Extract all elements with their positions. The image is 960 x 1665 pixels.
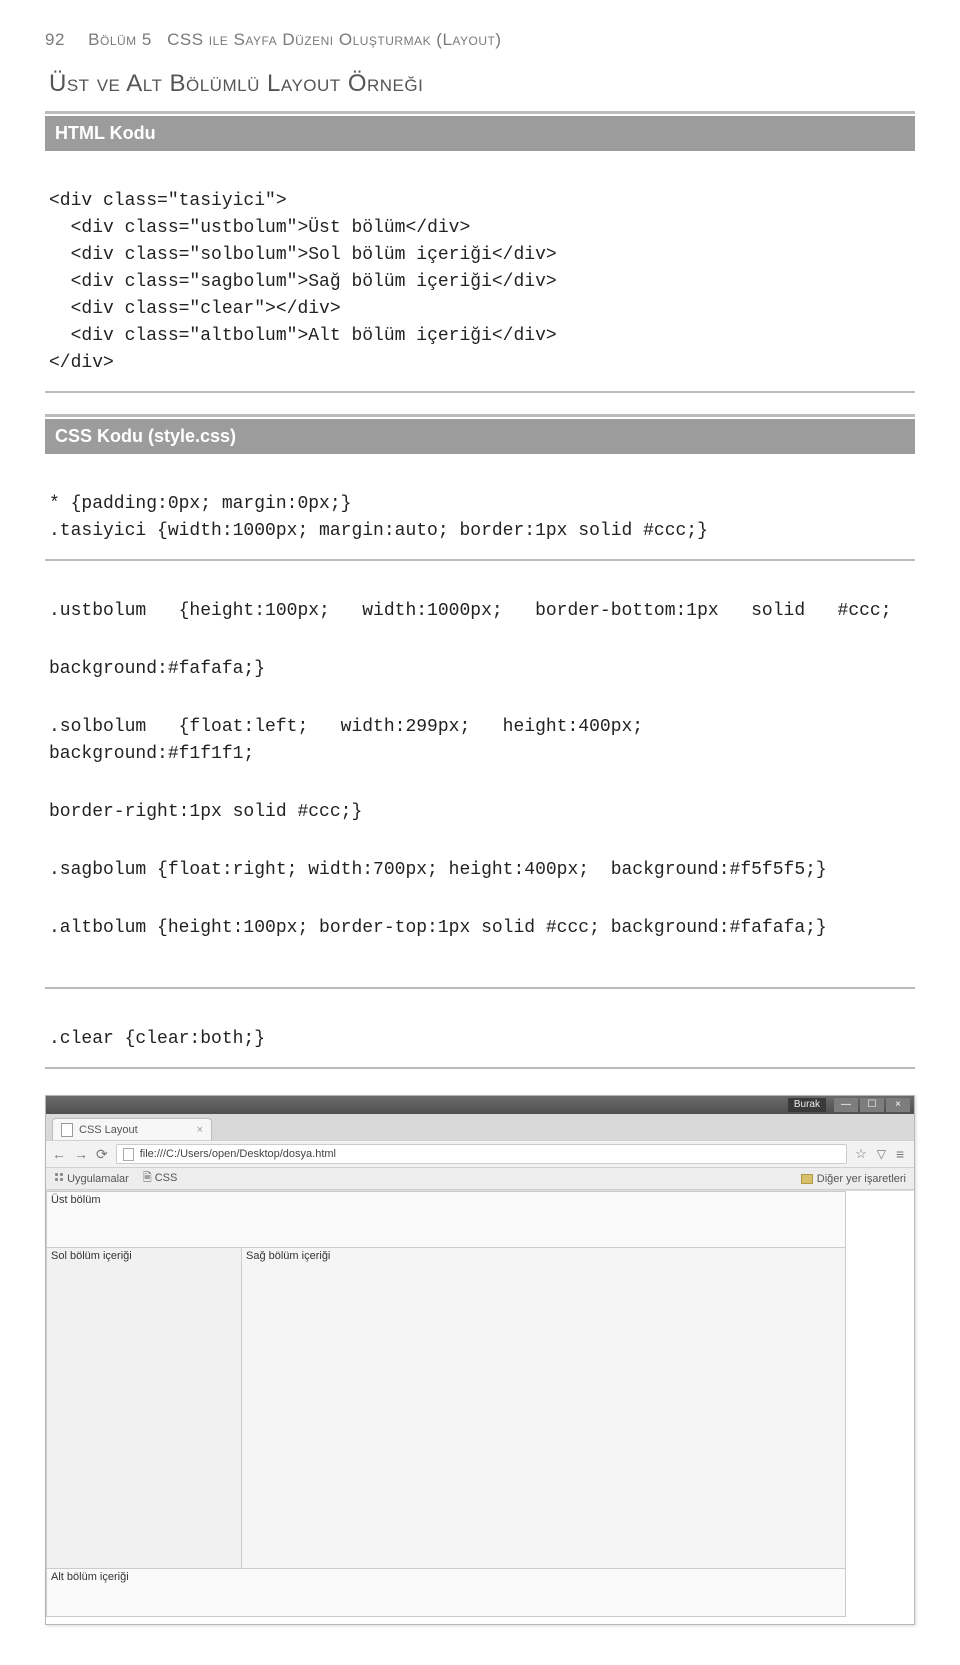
code-line: * {padding:0px; margin:0px;} <box>49 494 351 514</box>
css-code-block-3: .clear {clear:both;} <box>45 989 915 1069</box>
css-code-block-1: * {padding:0px; margin:0px;} .tasiyici {… <box>45 454 915 561</box>
layout-demo: Üst bölüm Sol bölüm içeriği Sağ bölüm iç… <box>46 1191 846 1617</box>
code-line: <div class="tasiyici"> <box>49 191 287 211</box>
page-number: 92 <box>45 30 65 49</box>
nav-forward-icon[interactable]: → <box>74 1146 88 1162</box>
code-line: <div class="sagbolum">Sağ bölüm içeriği<… <box>49 272 557 292</box>
window-close-button[interactable]: × <box>886 1098 910 1112</box>
css-code-heading: CSS Kodu (style.css) <box>45 419 915 454</box>
browser-viewport: Üst bölüm Sol bölüm içeriği Sağ bölüm iç… <box>46 1190 914 1624</box>
nav-reload-icon[interactable]: ⟳ <box>96 1146 108 1163</box>
chapter-title: CSS ile Sayfa Düzeni Oluşturmak (Layout) <box>167 30 501 49</box>
nav-back-icon[interactable]: ← <box>52 1146 66 1162</box>
demo-sagbolum: Sağ bölüm içeriği <box>242 1248 845 1568</box>
window-minimize-button[interactable]: — <box>834 1098 858 1112</box>
tab-close-icon[interactable]: × <box>197 1124 203 1136</box>
window-titlebar: Burak — ☐ × <box>46 1096 914 1114</box>
demo-ustbolum: Üst bölüm <box>47 1192 845 1248</box>
running-header: 92 Bölüm 5 CSS ile Sayfa Düzeni Oluşturm… <box>45 30 915 50</box>
tab-strip: CSS Layout × <box>46 1114 914 1140</box>
url-input[interactable]: file:///C:/Users/open/Desktop/dosya.html <box>116 1144 847 1164</box>
page-icon <box>61 1123 73 1137</box>
section-title: Üst ve Alt Bölümlü Layout Örneği <box>45 70 915 98</box>
code-line: .tasiyici {width:1000px; margin:auto; bo… <box>49 521 708 541</box>
code-line: </div> <box>49 353 114 373</box>
demo-altbolum: Alt bölüm içeriği <box>47 1568 845 1616</box>
demo-solbolum: Sol bölüm içeriği <box>47 1248 242 1568</box>
toolbar-right-icons <box>855 1146 908 1162</box>
folder-icon <box>801 1174 813 1184</box>
html-code-block: <div class="tasiyici"> <div class="ustbo… <box>45 151 915 393</box>
tab-title: CSS Layout <box>79 1124 138 1136</box>
window-maximize-button[interactable]: ☐ <box>860 1098 884 1112</box>
code-line: .solbolum {float:left; width:299px; heig… <box>49 714 911 768</box>
code-line: .ustbolum {height:100px; width:1000px; b… <box>49 598 911 625</box>
code-line: <div class="altbolum">Alt bölüm içeriği<… <box>49 326 557 346</box>
page-icon <box>123 1148 134 1161</box>
bookmarks-item-css[interactable]: 🗎 CSS <box>143 1169 178 1188</box>
apps-icon <box>54 1172 64 1182</box>
code-line: background:#fafafa;} <box>49 656 911 683</box>
shield-icon[interactable] <box>877 1147 886 1161</box>
code-line: .clear {clear:both;} <box>49 1029 265 1049</box>
address-bar: ← → ⟳ file:///C:/Users/open/Desktop/dosy… <box>46 1140 914 1168</box>
code-line: border-right:1px solid #ccc;} <box>49 799 911 826</box>
code-line: <div class="ustbolum">Üst bölüm</div> <box>49 218 470 238</box>
code-line: .sagbolum {float:right; width:700px; hei… <box>49 857 911 884</box>
bookmark-star-icon[interactable] <box>855 1146 867 1162</box>
html-code-heading: HTML Kodu <box>45 116 915 151</box>
bookmarks-apps[interactable]: Uygulamalar <box>54 1172 129 1185</box>
code-line: <div class="solbolum">Sol bölüm içeriği<… <box>49 245 557 265</box>
bookmarks-other[interactable]: Diğer yer işaretleri <box>801 1173 906 1185</box>
code-line: .altbolum {height:100px; border-top:1px … <box>49 915 911 942</box>
browser-window: Burak — ☐ × CSS Layout × ← → ⟳ file:///C… <box>45 1095 915 1625</box>
css-code-block-2: .ustbolum {height:100px; width:1000px; b… <box>45 561 915 989</box>
bookmarks-bar: Uygulamalar 🗎 CSS Diğer yer işaretleri <box>46 1168 914 1190</box>
code-line: <div class="clear"></div> <box>49 299 341 319</box>
browser-tab[interactable]: CSS Layout × <box>52 1118 212 1140</box>
menu-icon[interactable] <box>896 1146 908 1162</box>
chapter-label: Bölüm 5 <box>88 30 152 49</box>
window-user-label: Burak <box>788 1098 826 1112</box>
url-text: file:///C:/Users/open/Desktop/dosya.html <box>140 1148 336 1160</box>
